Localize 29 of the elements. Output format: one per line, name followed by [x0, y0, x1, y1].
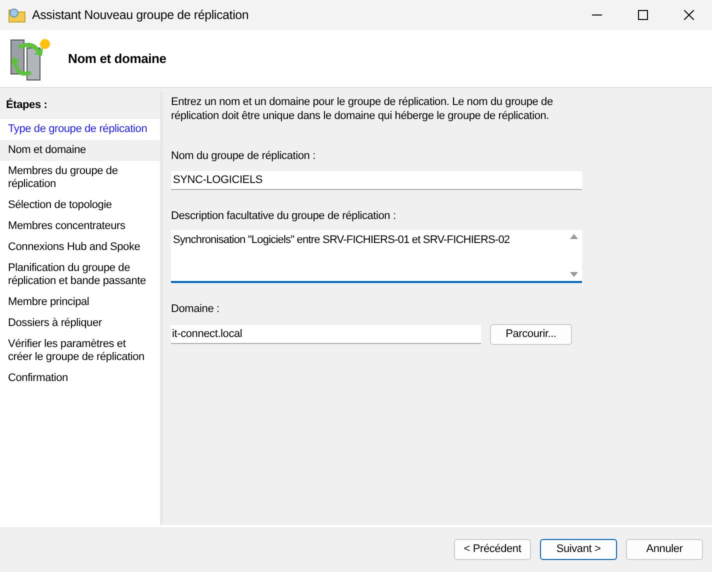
step-item[interactable]: Membre principal: [0, 292, 160, 312]
description-field[interactable]: Synchronisation "Logiciels" entre SRV-FICHIERS-01 et SRV-FICHIERS-02: [171, 230, 582, 283]
step-item[interactable]: Connexions Hub and Spoke: [0, 236, 160, 258]
steps-title: Étapes :: [0, 92, 160, 118]
step-item[interactable]: Nom et domaine: [0, 140, 160, 160]
folder-icon: [8, 7, 26, 23]
step-item[interactable]: Dossiers à répliquer: [0, 312, 160, 334]
wizard-button[interactable]: < Précédent: [454, 539, 531, 560]
domain-label: Domaine :: [171, 302, 220, 317]
domain-field[interactable]: it-connect.local: [171, 324, 481, 344]
browse-button[interactable]: Parcourir...: [490, 324, 572, 344]
name-field[interactable]: SYNC-LOGICIELS: [171, 170, 582, 190]
step-item[interactable]: Confirmation: [0, 368, 160, 388]
close-icon: [684, 10, 694, 20]
step-item[interactable]: Membres concentrateurs: [0, 216, 160, 236]
wizard-button[interactable]: Annuler: [626, 539, 703, 560]
step-item[interactable]: Type de groupe de réplication: [0, 118, 160, 140]
description-label: Description facultative du groupe de réplication :: [171, 208, 397, 224]
step-item[interactable]: Planification du groupe de réplication et bande passante: [0, 258, 160, 292]
description-text: Synchronisation "Logiciels" entre SRV-FICHIERS-01 et SRV-FICHIERS-02: [172, 233, 511, 248]
step-item[interactable]: Sélection de topologie: [0, 194, 160, 216]
wizard-button[interactable]: Suivant >: [540, 539, 617, 560]
page-title: Nom et domaine: [68, 50, 166, 68]
maximize-icon: [638, 10, 648, 20]
step-item[interactable]: Vérifier les paramètres et créer le groupe de réplication: [0, 334, 160, 368]
step-item[interactable]: Membres du groupe de réplication: [0, 160, 160, 194]
name-label: Nom du groupe de réplication :: [171, 149, 316, 164]
window-title: Assistant Nouveau groupe de réplication: [32, 6, 249, 24]
intro-text: Entrez un nom et un domaine pour le groupe de réplication. Le nom du groupe de réplication doit être unique dans le domaine qui héberge le groupe de réplication.: [171, 95, 554, 123]
